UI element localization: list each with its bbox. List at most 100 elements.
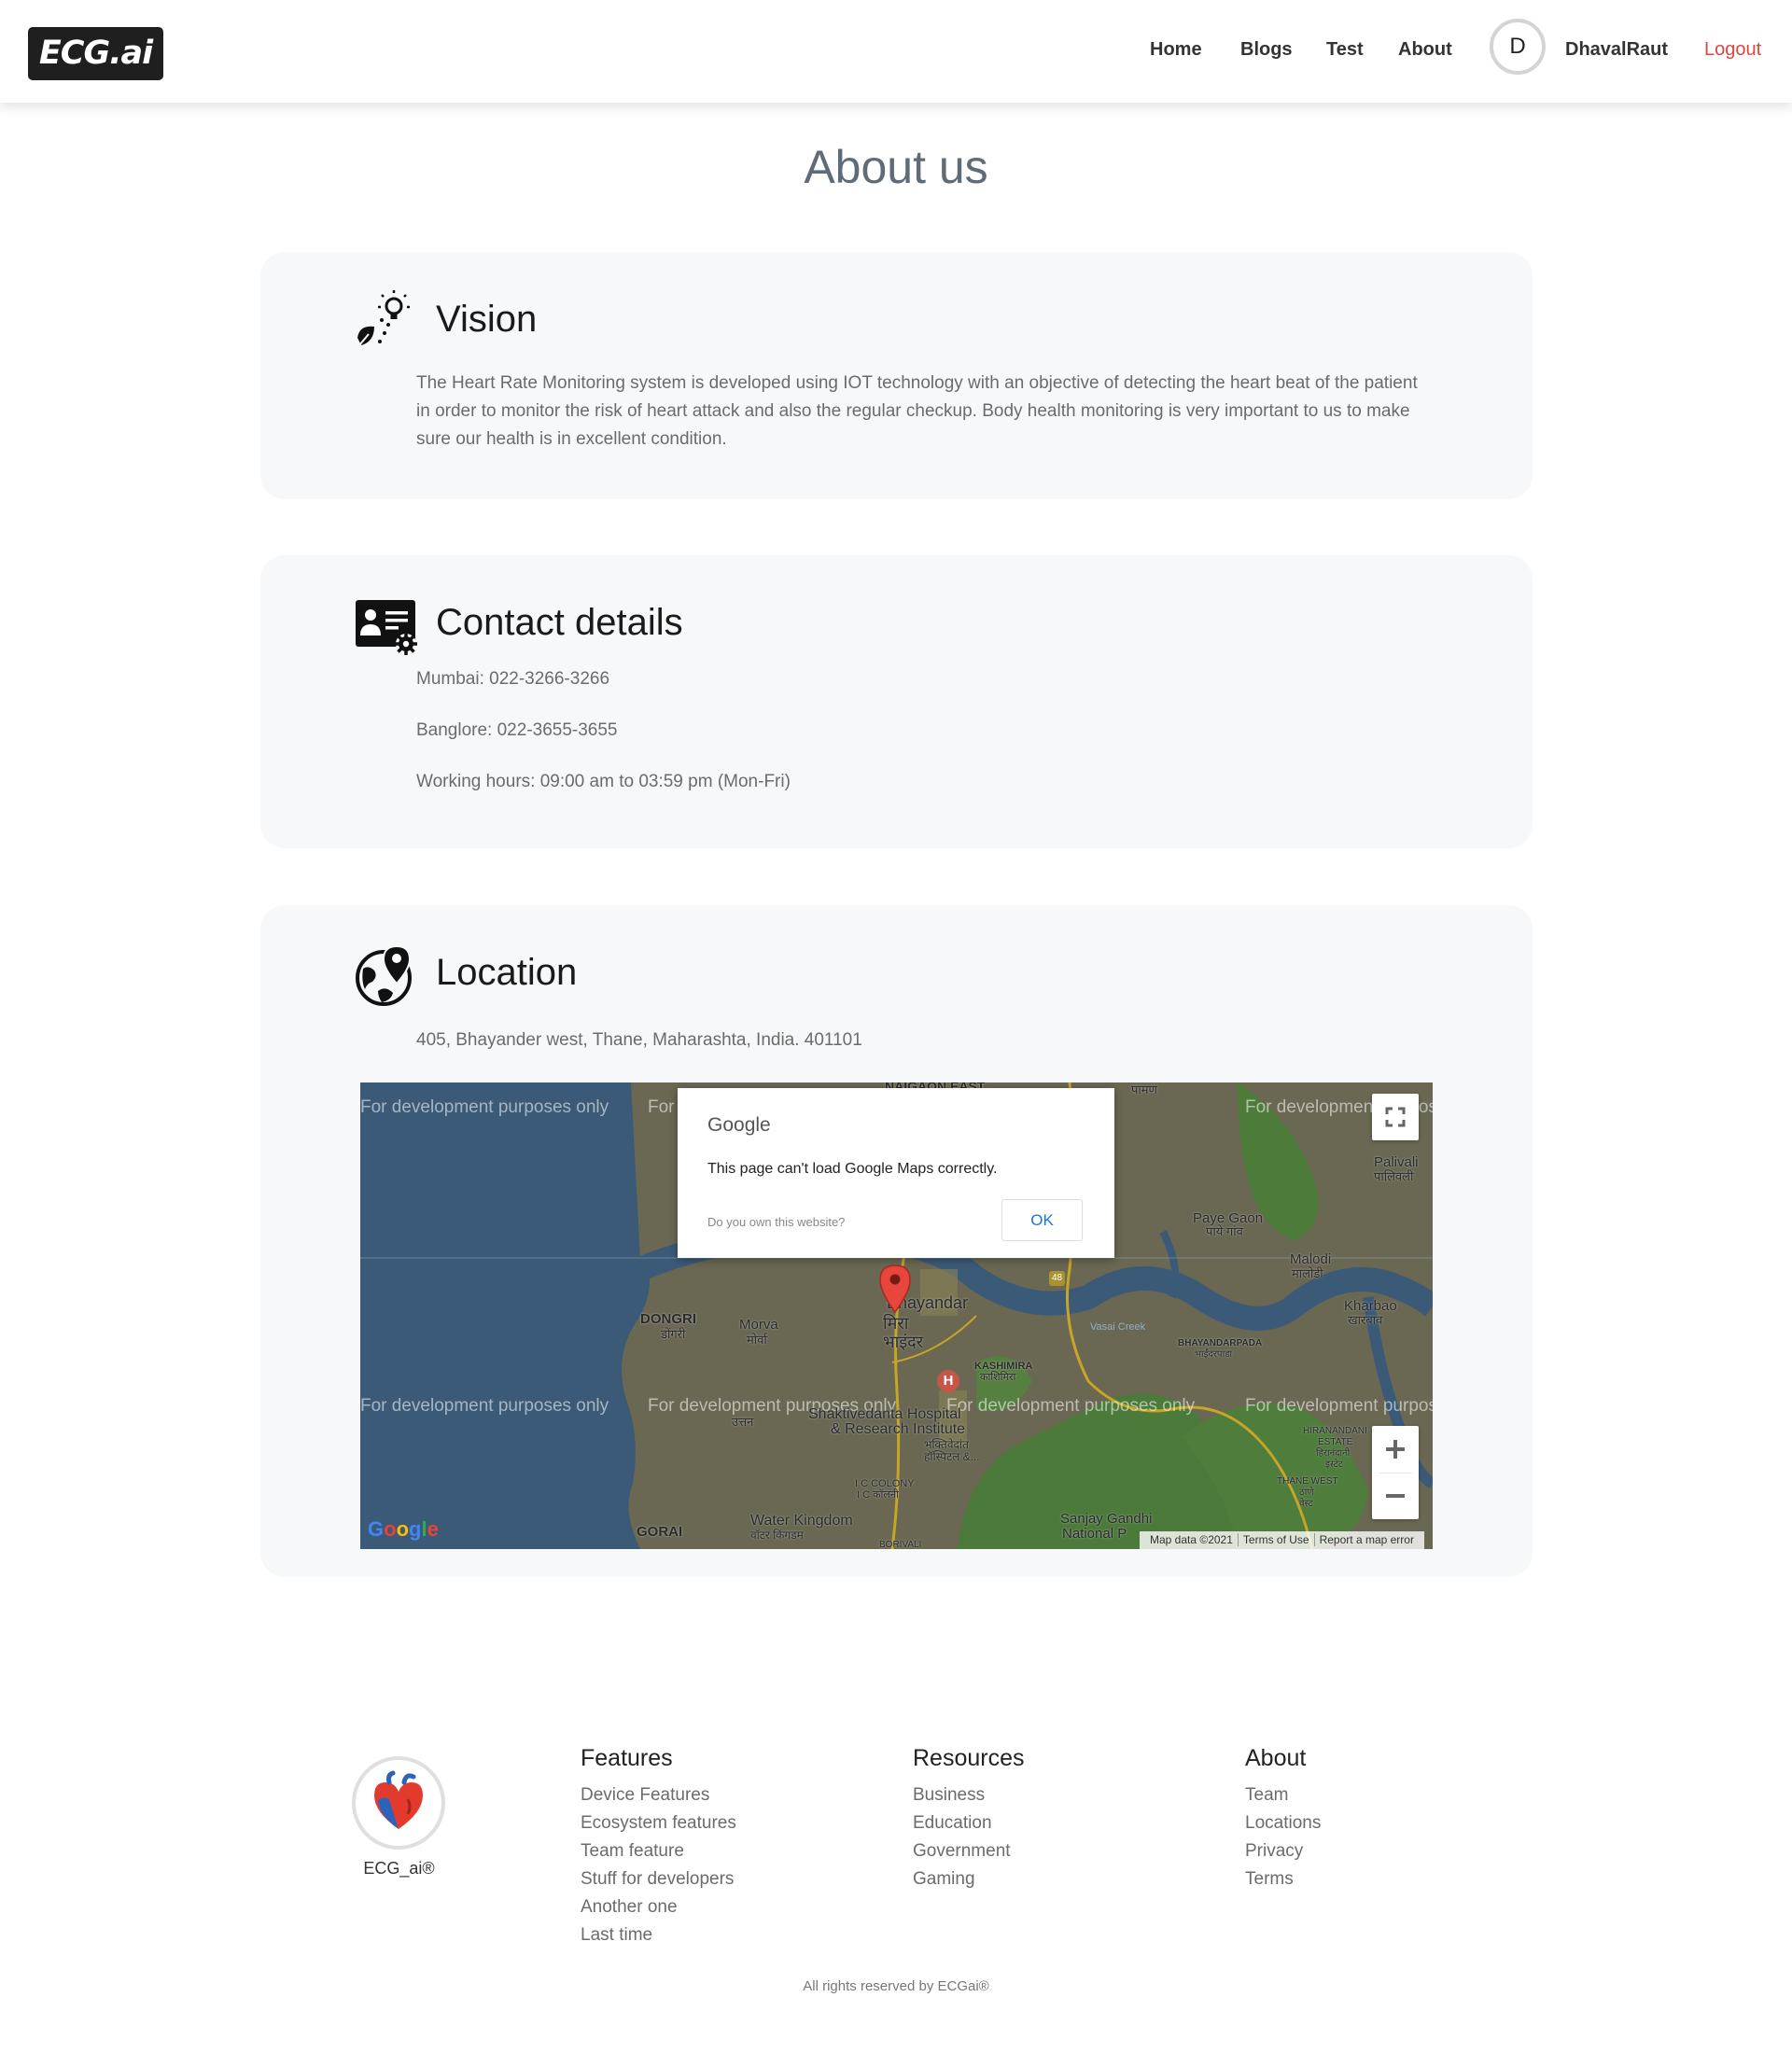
footer-resources-title: Resources	[913, 1745, 1025, 1771]
heart-icon	[374, 1770, 423, 1829]
map-label-west-local: वेस्ट	[1299, 1499, 1313, 1509]
map-label-estate-local: इस्टेट	[1325, 1459, 1343, 1470]
footer-about-column: About Team Locations Privacy Terms	[1245, 1745, 1321, 1893]
dialog-own-website-link[interactable]: Do you own this website?	[707, 1215, 845, 1229]
footer-features-column: Features Device Features Ecosystem featu…	[581, 1745, 736, 1949]
map-watermark: For development purposes only	[946, 1396, 1196, 1416]
nav-home[interactable]: Home	[1150, 39, 1202, 61]
footer-brand: ECG_ai®	[363, 1859, 435, 1878]
globe-pin-icon	[356, 944, 412, 1006]
map-label-uttan-local: उत्तन	[732, 1415, 754, 1429]
map-data-label: Map data ©2021	[1145, 1533, 1239, 1546]
footer-link[interactable]: Terms	[1245, 1865, 1321, 1893]
brand-logo[interactable]: ECG.ai	[28, 27, 163, 80]
contact-card: Contact details Mumbai: 022-3266-3266 Ba…	[260, 555, 1533, 848]
footer-link[interactable]: Stuff for developers	[581, 1865, 736, 1893]
username[interactable]: DhavalRaut	[1565, 39, 1668, 61]
map-road-shield: 48	[1049, 1271, 1066, 1286]
nav-about[interactable]: About	[1398, 39, 1452, 61]
lightbulb-leaf-icon	[357, 290, 410, 346]
footer-link[interactable]: Locations	[1245, 1809, 1321, 1837]
logout-link[interactable]: Logout	[1704, 39, 1761, 61]
map-label-kashimira-local: काशिमिरा	[980, 1372, 1016, 1383]
vision-body: The Heart Rate Monitoring system is deve…	[416, 370, 1424, 454]
contact-body: Mumbai: 022-3266-3266 Banglore: 022-3655…	[416, 665, 1256, 805]
footer-link[interactable]: Last time	[581, 1921, 736, 1949]
footer-link[interactable]: Government	[913, 1837, 1025, 1865]
nav-test[interactable]: Test	[1326, 39, 1364, 61]
map-watermark: For development purposes only	[360, 1396, 609, 1416]
nav-blogs[interactable]: Blogs	[1240, 39, 1293, 61]
map-pin-icon[interactable]	[878, 1264, 912, 1314]
footer-link[interactable]: Another one	[581, 1893, 736, 1921]
zoom-out-icon[interactable]	[1372, 1473, 1419, 1519]
zoom-in-icon[interactable]	[1372, 1426, 1419, 1473]
footer-resources-column: Resources Business Education Government …	[913, 1745, 1025, 1893]
map-label-sanjay: Sanjay Gandhi	[1060, 1511, 1153, 1527]
map-label-water-kingdom: Water Kingdom	[750, 1513, 853, 1529]
page-title: About us	[804, 141, 988, 193]
map-label-kharbao: Kharbao	[1344, 1298, 1397, 1314]
navbar: ECG.ai Home Blogs Test About D DhavalRau…	[0, 0, 1792, 103]
map-watermark: For development purposes only	[1245, 1396, 1433, 1416]
dialog-ok-button[interactable]: OK	[1001, 1199, 1083, 1241]
footer-features-title: Features	[581, 1745, 673, 1771]
contact-mumbai: Mumbai: 022-3266-3266	[416, 669, 610, 689]
vision-title: Vision	[436, 299, 538, 340]
map-label-ic-colony-local: I C कॉलनी	[857, 1489, 899, 1501]
map-label-hospital-2: & Research Institute	[831, 1421, 966, 1437]
map-label-morva-local: मोर्वा	[747, 1333, 767, 1347]
map-label-paman: पामण	[1131, 1082, 1157, 1096]
map-label-hospital: Shaktivedanta Hospital	[808, 1406, 961, 1422]
footer-link[interactable]: Business	[913, 1781, 1025, 1809]
google-logo[interactable]: Google	[368, 1517, 439, 1542]
location-card: Location 405, Bhayander west, Thane, Mah…	[260, 905, 1533, 1577]
map-label-morva: Morva	[739, 1317, 778, 1333]
map-label-palivali: Palivali	[1374, 1154, 1419, 1170]
map-label-malodi-local: मालोडी	[1292, 1266, 1323, 1280]
map-label-paye-gaon-local: पाये गांव	[1206, 1224, 1243, 1238]
footer-logo[interactable]	[352, 1756, 445, 1850]
map-label-water-kingdom-local: वॉटर किंगडम	[750, 1529, 804, 1542]
hospital-marker-icon[interactable]: H	[937, 1370, 959, 1392]
map-attribution: Map data ©2021 Terms of Use Report a map e…	[1140, 1531, 1424, 1549]
copyright: All rights reserved by ECGai®	[803, 1978, 989, 1994]
map-label-bhayandarpada-local: भाईंदरपाडा	[1195, 1349, 1233, 1360]
contact-hours: Working hours: 09:00 am to 03:59 pm (Mon…	[416, 772, 791, 791]
footer-link[interactable]: Gaming	[913, 1865, 1025, 1893]
footer-link[interactable]: Ecosystem features	[581, 1809, 736, 1837]
location-address: 405, Bhayander west, Thane, Maharashta, …	[416, 1030, 862, 1050]
fullscreen-button[interactable]	[1372, 1094, 1419, 1140]
contact-banglore: Banglore: 022-3655-3655	[416, 720, 618, 740]
fullscreen-icon	[1385, 1107, 1406, 1127]
map-terms-link[interactable]: Terms of Use	[1238, 1533, 1315, 1546]
map-label-vasai-creek: Vasai Creek	[1090, 1321, 1146, 1333]
footer-about-title: About	[1245, 1745, 1307, 1771]
location-title: Location	[436, 952, 578, 993]
map-label-kharbao-local: खारबाव	[1348, 1313, 1383, 1327]
footer-link[interactable]: Education	[913, 1809, 1025, 1837]
contact-card-gear-icon	[356, 600, 417, 655]
map[interactable]: For development purposes only For develo…	[360, 1082, 1433, 1549]
map-label-hospital-local-2: हॉस्पिटल &...	[924, 1450, 980, 1463]
map-error-dialog: Google This page can't load Google Maps …	[678, 1088, 1114, 1258]
zoom-controls	[1372, 1426, 1419, 1519]
map-label-national: National P	[1062, 1526, 1127, 1542]
map-label-gorai: GORAI	[637, 1524, 683, 1540]
map-label-borivali: BORIVALI	[879, 1540, 922, 1549]
dialog-google-brand: Google	[707, 1114, 771, 1136]
footer-link[interactable]: Device Features	[581, 1781, 736, 1809]
map-report-error-link[interactable]: Report a map error	[1315, 1533, 1419, 1546]
map-label-palivali-local: पालिवली	[1374, 1169, 1414, 1183]
vision-text: The Heart Rate Monitoring system is deve…	[416, 373, 1418, 449]
footer-link[interactable]: Team	[1245, 1781, 1321, 1809]
map-label-dongri: DONGRI	[640, 1311, 696, 1327]
contact-title: Contact details	[436, 602, 683, 643]
map-label-dongri-local: डोंगरी	[661, 1327, 686, 1341]
map-label-bhayandar-local: मिरा भाइंदर	[883, 1314, 924, 1351]
footer-link[interactable]: Team feature	[581, 1837, 736, 1865]
footer-link[interactable]: Privacy	[1245, 1837, 1321, 1865]
dialog-message: This page can't load Google Maps correct…	[707, 1161, 998, 1177]
map-watermark: For development purposes only	[360, 1097, 609, 1117]
avatar[interactable]: D	[1490, 19, 1546, 75]
